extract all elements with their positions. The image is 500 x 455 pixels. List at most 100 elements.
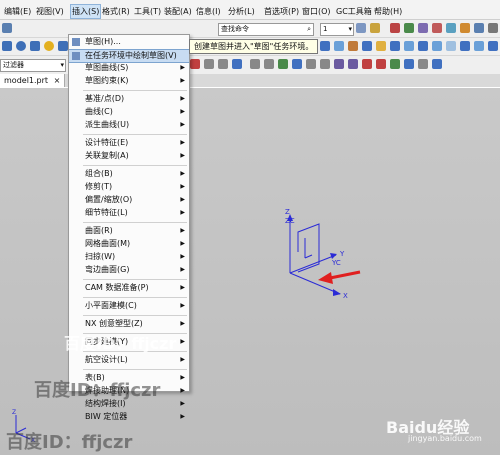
- submenu-arrow-icon: ▶: [180, 139, 185, 146]
- toolbar-tool-icon[interactable]: [446, 23, 456, 33]
- menu-item[interactable]: 网格曲面(M) ▶: [69, 238, 189, 250]
- toolbar-tool-icon[interactable]: [460, 41, 470, 51]
- menu-item[interactable]: 首选项(P): [264, 5, 299, 18]
- toolbar-tool-icon[interactable]: [390, 23, 400, 33]
- toolbar-tool-icon[interactable]: [404, 59, 414, 69]
- close-icon[interactable]: ×: [54, 76, 61, 85]
- toolbar-tool-icon[interactable]: [218, 59, 228, 69]
- watermark: 百度ID：ffjczr: [64, 334, 177, 353]
- toolbar-tool-icon[interactable]: [418, 41, 428, 51]
- menu-item[interactable]: 草图(H)...: [69, 36, 189, 48]
- menu-item[interactable]: 扫掠(W) ▶: [69, 251, 189, 263]
- toolbar-tool-icon[interactable]: [432, 23, 442, 33]
- toolbar-tool-icon[interactable]: [348, 41, 358, 51]
- toolbar-tool-icon[interactable]: [390, 41, 400, 51]
- menu-item[interactable]: 帮助(H): [374, 5, 402, 18]
- selection-filter-select[interactable]: 过滤器 ▾: [0, 59, 66, 72]
- menu-separator: [83, 315, 187, 316]
- toolbar-tool-icon[interactable]: [278, 59, 288, 69]
- toolbar-tool-icon[interactable]: [204, 59, 214, 69]
- block-icon[interactable]: [2, 41, 12, 51]
- toolbar-tool-icon[interactable]: [474, 41, 484, 51]
- menu-item-label: 细节特征(L): [85, 208, 128, 217]
- toolbar-tool-icon[interactable]: [320, 59, 330, 69]
- toolbar-tool-icon[interactable]: [306, 59, 316, 69]
- toolbar-tool-icon[interactable]: [376, 59, 386, 69]
- toolbar-tool-icon[interactable]: [334, 41, 344, 51]
- submenu-arrow-icon: ▶: [180, 121, 185, 128]
- menu-item[interactable]: 弯边曲面(G) ▶: [69, 264, 189, 276]
- toolbar-tool-icon[interactable]: [58, 41, 68, 51]
- cone-icon[interactable]: [30, 41, 40, 51]
- menu-item[interactable]: 曲面(R) ▶: [69, 225, 189, 237]
- menu-item[interactable]: 关联复制(A) ▶: [69, 150, 189, 162]
- menu-item[interactable]: 编辑(E): [4, 5, 31, 18]
- toolbar-tool-icon[interactable]: [356, 23, 366, 33]
- layer-select[interactable]: 1 ▾: [320, 23, 354, 36]
- menu-item[interactable]: GC工具箱: [336, 5, 372, 18]
- cylinder-icon[interactable]: [16, 41, 26, 51]
- menu-item[interactable]: 组合(B) ▶: [69, 168, 189, 180]
- menu-item[interactable]: NX 创意塑型(Z) ▶: [69, 318, 189, 330]
- toolbar-tool-icon[interactable]: [362, 41, 372, 51]
- menu-item[interactable]: 曲线(C) ▶: [69, 106, 189, 118]
- menu-item[interactable]: 修剪(T) ▶: [69, 181, 189, 193]
- annotation-arrowhead: [318, 272, 333, 284]
- menu-item[interactable]: 派生曲线(U) ▶: [69, 119, 189, 131]
- toolbar-tool-icon[interactable]: [390, 59, 400, 69]
- sphere-icon[interactable]: [44, 41, 54, 51]
- menu-item[interactable]: 分析(L): [228, 5, 255, 18]
- menu-item[interactable]: BIW 定位器 ▶: [69, 411, 189, 423]
- menu-item[interactable]: 草图曲线(S) ▶: [69, 62, 189, 74]
- submenu-arrow-icon: ▶: [180, 209, 185, 216]
- menu-item-label: 曲线(C): [85, 107, 113, 116]
- menu-item[interactable]: 航空设计(L) ▶: [69, 354, 189, 366]
- menu-item[interactable]: 基准/点(D) ▶: [69, 93, 189, 105]
- toolbar-tool-icon[interactable]: [376, 41, 386, 51]
- toolbar-tool-icon[interactable]: [432, 59, 442, 69]
- command-search-value: 查找命令: [221, 25, 249, 33]
- toolbar-tool-icon[interactable]: [418, 23, 428, 33]
- watermark-url: jingyan.baidu.com: [408, 434, 482, 443]
- menu-item[interactable]: 格式(R): [102, 5, 130, 18]
- toolbar-tool-icon[interactable]: [460, 23, 470, 33]
- toolbar-tool-icon[interactable]: [404, 23, 414, 33]
- menu-item[interactable]: 偏置/缩放(O) ▶: [69, 194, 189, 206]
- toolbar-tool-icon[interactable]: [370, 23, 380, 33]
- menu-item[interactable]: CAM 数据准备(P) ▶: [69, 282, 189, 294]
- menu-item[interactable]: 草图约束(K) ▶: [69, 75, 189, 87]
- toolbar-tool-icon[interactable]: [348, 59, 358, 69]
- toolbar-tool-icon[interactable]: [446, 41, 456, 51]
- axis-label-y: Y: [339, 250, 345, 258]
- toolbar-tool-icon[interactable]: [418, 59, 428, 69]
- toolbar-tool-icon[interactable]: [292, 59, 302, 69]
- toolbar-tool-icon[interactable]: [232, 59, 242, 69]
- menu-item[interactable]: 装配(A): [164, 5, 192, 18]
- sketch-icon[interactable]: [2, 23, 12, 33]
- toolbar-tool-icon[interactable]: [432, 41, 442, 51]
- toolbar-tool-icon[interactable]: [190, 59, 200, 69]
- toolbar-tool-icon[interactable]: [362, 59, 372, 69]
- menu-item[interactable]: 窗口(O): [302, 5, 331, 18]
- menu-item[interactable]: 小平面建模(C) ▶: [69, 300, 189, 312]
- submenu-arrow-icon: ▶: [180, 400, 185, 407]
- toolbar-tool-icon[interactable]: [320, 41, 330, 51]
- menu-item[interactable]: 细节特征(L) ▶: [69, 207, 189, 219]
- menu-item[interactable]: 设计特征(E) ▶: [69, 137, 189, 149]
- submenu-arrow-icon: ▶: [180, 266, 185, 273]
- menu-item[interactable]: 信息(I): [196, 5, 221, 18]
- toolbar-tool-icon[interactable]: [334, 59, 344, 69]
- toolbar-tool-icon[interactable]: [474, 23, 484, 33]
- toolbar-tool-icon[interactable]: [488, 23, 498, 33]
- command-search-input[interactable]: 查找命令 ⌕: [218, 23, 314, 36]
- menu-item[interactable]: 工具(T): [134, 5, 161, 18]
- toolbar-tool-icon[interactable]: [250, 59, 260, 69]
- menu-item[interactable]: 在任务环境中绘制草图(V): [69, 49, 189, 63]
- menu-insert[interactable]: 插入(S): [70, 4, 102, 19]
- toolbar-tool-icon[interactable]: [488, 41, 498, 51]
- tab-model1[interactable]: model1.prt ×: [0, 74, 66, 87]
- menu-item-label: 弯边曲面(G): [85, 265, 130, 274]
- menu-item[interactable]: 视图(V): [36, 5, 64, 18]
- toolbar-tool-icon[interactable]: [264, 59, 274, 69]
- toolbar-tool-icon[interactable]: [404, 41, 414, 51]
